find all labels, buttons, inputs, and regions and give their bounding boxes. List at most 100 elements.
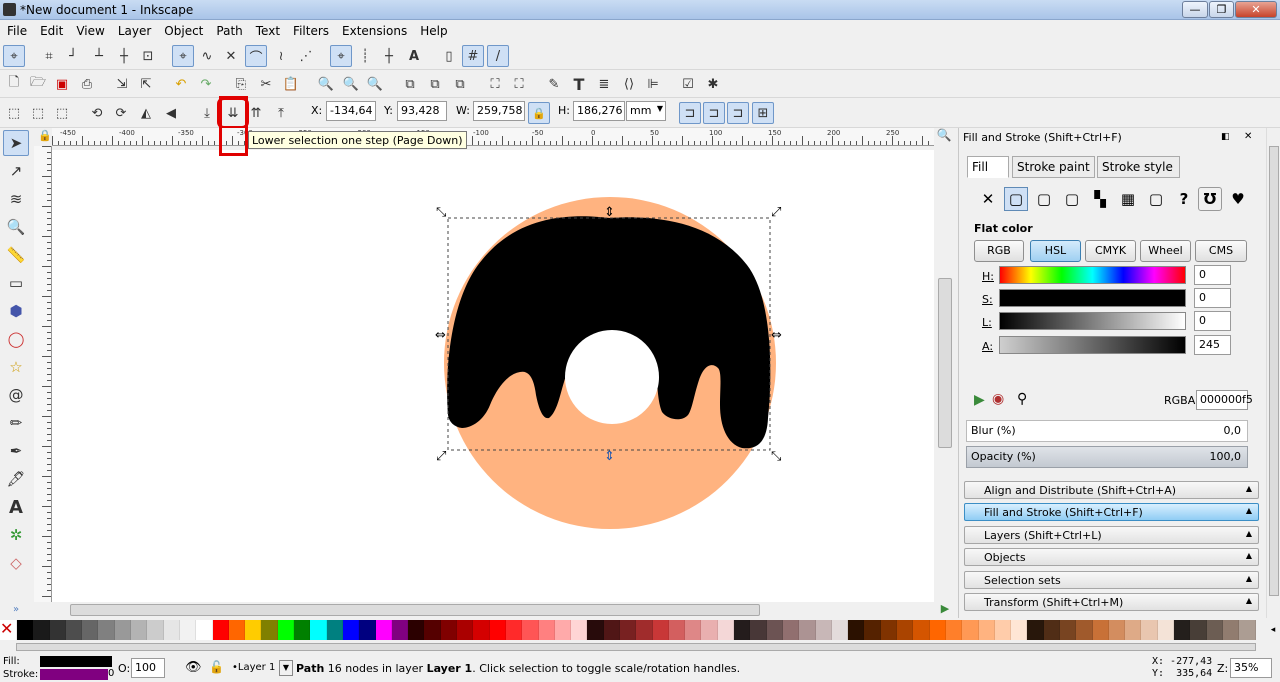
dock-objects[interactable]: Objects ▲	[964, 548, 1259, 566]
pen-tool-icon[interactable]: ✒	[3, 438, 29, 464]
clone-icon[interactable]: ⧉	[424, 73, 446, 95]
y-input[interactable]: 93,428	[397, 101, 447, 121]
palette-menu-icon[interactable]: ◂	[1266, 620, 1280, 640]
menu-text[interactable]: Text	[249, 21, 286, 38]
fill-stroke-icon[interactable]: ✎	[543, 73, 565, 95]
palette-swatch[interactable]	[668, 620, 686, 640]
palette-swatch[interactable]	[391, 620, 409, 640]
box-3d-tool-icon[interactable]: ⬢	[3, 298, 29, 324]
vertical-scroll-thumb[interactable]	[938, 278, 952, 448]
palette-swatch[interactable]	[1174, 620, 1191, 640]
lightness-input[interactable]: 0	[1194, 311, 1231, 331]
palette-swatch[interactable]	[375, 620, 392, 640]
palette-swatch[interactable]	[636, 620, 653, 640]
palette-swatch[interactable]	[848, 620, 865, 640]
out-of-gamut-icon[interactable]: ◉	[992, 391, 1004, 407]
layer-lock-icon[interactable]: 🔓	[209, 660, 224, 674]
palette-swatch[interactable]	[587, 620, 604, 640]
pattern-icon[interactable]: ▦	[1116, 187, 1140, 211]
unit-select[interactable]: mm ▼	[626, 101, 666, 121]
palette-swatch[interactable]	[831, 620, 849, 640]
panel-scroll-thumb[interactable]	[1269, 146, 1279, 596]
palette-swatch[interactable]	[864, 620, 881, 640]
panel-close-icon[interactable]: ✕	[1244, 131, 1252, 142]
handle-top-icon[interactable]: ⇕	[604, 205, 615, 220]
palette-swatch[interactable]	[245, 620, 262, 640]
zoom-input[interactable]: 35%	[1230, 658, 1272, 678]
palette-swatch[interactable]	[734, 620, 751, 640]
palette-swatch[interactable]	[342, 620, 360, 640]
menu-path[interactable]: Path	[209, 21, 248, 38]
mode-cms-button[interactable]: CMS	[1195, 240, 1247, 262]
palette-swatch[interactable]	[1060, 620, 1077, 640]
cms-toggle-icon[interactable]: ▶	[936, 602, 954, 618]
palette-swatch[interactable]	[766, 620, 783, 640]
alpha-input[interactable]: 245	[1194, 335, 1231, 355]
palette-swatch[interactable]	[701, 620, 718, 640]
star-tool-icon[interactable]: ☆	[3, 354, 29, 380]
palette-swatch[interactable]	[65, 620, 83, 640]
palette-swatch[interactable]	[1222, 620, 1240, 640]
calligraphy-tool-icon[interactable]: 🖋	[3, 466, 29, 492]
save-icon[interactable]: ▣	[51, 73, 73, 95]
color-managed-icon[interactable]: ▶	[974, 392, 985, 408]
paste-icon[interactable]: 📋	[280, 73, 302, 95]
text-tool-icon[interactable]: A	[3, 494, 29, 520]
copy-icon[interactable]: ⎘	[230, 73, 252, 95]
palette-swatch[interactable]	[619, 620, 637, 640]
palette-swatch[interactable]	[98, 620, 115, 640]
palette-swatch[interactable]	[163, 620, 180, 640]
duplicate-icon[interactable]: ⧉	[399, 73, 421, 95]
snap-bbox-corner-icon[interactable]: ┴	[88, 45, 110, 67]
tab-fill[interactable]: Fill	[967, 156, 1009, 178]
snap-bbox-midpoint-icon[interactable]: ┼	[113, 45, 135, 67]
ungroup-icon[interactable]: ⛶	[508, 73, 530, 95]
lock-ratio-icon[interactable]: 🔒	[528, 102, 550, 124]
lightness-slider[interactable]	[999, 312, 1186, 330]
layer-dropdown-icon[interactable]: ▼	[279, 660, 293, 676]
palette-swatch[interactable]	[538, 620, 555, 640]
no-paint-icon[interactable]: ✕	[976, 187, 1000, 211]
raise-to-top-icon[interactable]: ⤒	[270, 102, 292, 124]
w-input[interactable]: 259,758	[473, 101, 525, 121]
snap-rotation-center-icon[interactable]: ┼	[378, 45, 400, 67]
lock-guides-icon[interactable]: 🔒	[34, 128, 52, 146]
snap-grids-icon[interactable]: #	[462, 45, 484, 67]
linear-gradient-icon[interactable]: ▢	[1032, 187, 1056, 211]
palette-swatch[interactable]	[1027, 620, 1044, 640]
handle-top-left-icon[interactable]: ⤡	[436, 205, 447, 220]
snap-toggle-icon[interactable]: ⌖	[3, 45, 25, 67]
dock-fill-stroke[interactable]: Fill and Stroke (Shift+Ctrl+F) ▲	[964, 503, 1259, 521]
swatch-icon[interactable]: ▢	[1144, 187, 1168, 211]
opacity-input[interactable]: 100	[131, 658, 165, 678]
transform-patterns-icon[interactable]: ⊞	[752, 102, 774, 124]
palette-swatch[interactable]	[1239, 620, 1256, 640]
palette-swatch[interactable]	[962, 620, 979, 640]
xml-editor-icon[interactable]: ⟨⟩	[618, 73, 640, 95]
palette-swatch[interactable]	[799, 620, 816, 640]
opacity-slider[interactable]: Opacity (%) 100,0	[966, 446, 1248, 468]
palette-swatch[interactable]	[131, 620, 148, 640]
menu-filters[interactable]: Filters	[286, 21, 335, 38]
radial-gradient-icon[interactable]: ▢	[1060, 187, 1084, 211]
palette-swatch[interactable]	[1141, 620, 1158, 640]
snap-nodes-icon[interactable]: ⌖	[172, 45, 194, 67]
palette-swatch[interactable]	[815, 620, 832, 640]
palette-swatch[interactable]	[1011, 620, 1028, 640]
document-properties-icon[interactable]: ☑	[677, 73, 699, 95]
stroke-swatch[interactable]	[40, 669, 108, 680]
dock-align-distribute[interactable]: Align and Distribute (Shift+Ctrl+A) ▲	[964, 481, 1259, 499]
palette-swatch[interactable]	[473, 620, 490, 640]
mode-cmyk-button[interactable]: CMYK	[1085, 240, 1136, 262]
export-icon[interactable]: ⇱	[135, 73, 157, 95]
color-picker-icon[interactable]: ⚲	[1017, 391, 1027, 407]
handle-bottom-right-icon[interactable]: ⤡	[771, 449, 782, 464]
x-input[interactable]: -134,64	[326, 101, 376, 121]
mode-rgb-button[interactable]: RGB	[974, 240, 1024, 262]
minimize-button[interactable]: —	[1182, 1, 1208, 18]
palette-swatch[interactable]	[522, 620, 539, 640]
mode-hsl-button[interactable]: HSL	[1030, 240, 1081, 262]
mode-wheel-button[interactable]: Wheel	[1140, 240, 1191, 262]
print-icon[interactable]: ⎙	[76, 73, 98, 95]
snap-guides-icon[interactable]: /	[487, 45, 509, 67]
